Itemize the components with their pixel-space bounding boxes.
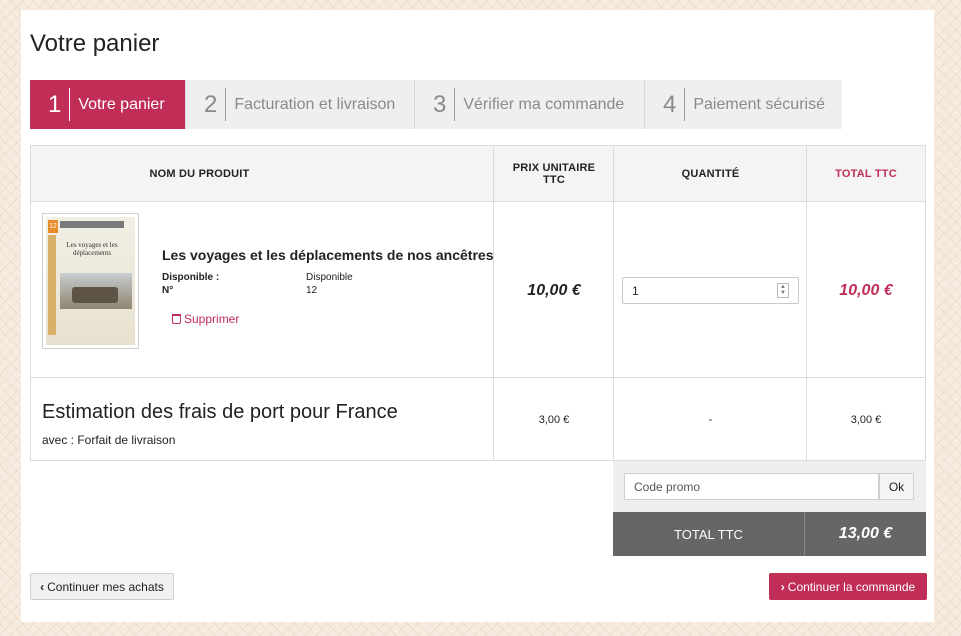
step-cart[interactable]: 1 Votre panier [30, 80, 186, 129]
promo-ok-button[interactable]: Ok [879, 473, 914, 500]
book-cover-image: 12 Les voyages et les déplacements [46, 217, 135, 345]
shipping-total: 3,00 € [850, 413, 882, 426]
checkout-steps: 1 Votre panier 2 Facturation et livraiso… [30, 80, 842, 129]
step-label: Facturation et livraison [234, 95, 396, 113]
continue-order-label: Continuer la commande [787, 579, 916, 594]
continue-shopping-button[interactable]: ‹ Continuer mes achats [30, 573, 174, 600]
promo-code-input[interactable]: Code promo [624, 473, 879, 500]
product-name[interactable]: Les voyages et les déplacements de nos a… [162, 247, 494, 263]
chevron-right-icon: › [780, 579, 785, 594]
step-number: 2 [186, 88, 227, 121]
meta-value: 12 [306, 285, 318, 296]
cover-carriage [72, 287, 118, 303]
step-billing[interactable]: 2 Facturation et livraison [186, 80, 415, 129]
step-label: Paiement sécurisé [693, 95, 825, 113]
quantity-input[interactable]: 1 ▲ ▼ [622, 277, 799, 304]
grand-total-value: 13,00 € [838, 525, 893, 542]
delete-link[interactable]: Supprimer [172, 312, 239, 326]
table-row: 12 Les voyages et les déplacements Les v… [31, 202, 925, 378]
header-total: TOTAL TTC [835, 168, 897, 180]
step-number: 3 [415, 88, 456, 121]
header-product: NOM DU PRODUIT [149, 168, 250, 180]
line-total: 10,00 € [839, 282, 893, 299]
cover-title: Les voyages et les déplacements [66, 241, 118, 257]
step-number: 1 [30, 88, 71, 121]
unit-price: 10,00 € [527, 282, 581, 299]
meta-key: Disponible : [162, 272, 220, 283]
shipping-unit-price: 3,00 € [538, 413, 570, 426]
continue-order-button[interactable]: › Continuer la commande [769, 573, 927, 600]
promo-section: Code promo Ok [613, 461, 926, 512]
cart-panel: Votre panier 1 Votre panier 2 Facturatio… [21, 10, 934, 622]
header-unit-price: PRIX UNITAIRE TTC [512, 162, 596, 186]
step-label: Votre panier [78, 95, 165, 113]
cover-number: 12 [48, 220, 58, 233]
grand-total-label: TOTAL TTC [613, 512, 805, 556]
cart-table: NOM DU PRODUIT PRIX UNITAIRE TTC QUANTIT… [30, 145, 926, 461]
shipping-quantity: - [708, 413, 713, 426]
meta-key: N° [162, 285, 174, 296]
step-review[interactable]: 3 Vérifier ma commande [415, 80, 645, 129]
meta-value: Disponible [306, 272, 353, 283]
step-number: 4 [645, 88, 686, 121]
quantity-value: 1 [632, 283, 639, 298]
shipping-title: Estimation des frais de port pour France [42, 401, 398, 423]
cover-band [60, 221, 124, 228]
product-meta: Disponible : Disponible N° 12 [162, 271, 353, 297]
product-thumbnail[interactable]: 12 Les voyages et les déplacements [42, 213, 139, 349]
chevron-left-icon: ‹ [40, 579, 45, 594]
header-quantity: QUANTITÉ [681, 168, 740, 180]
step-label: Vérifier ma commande [463, 95, 625, 113]
page-title: Votre panier [30, 30, 160, 57]
trash-icon [172, 314, 181, 324]
step-payment[interactable]: 4 Paiement sécurisé [645, 80, 842, 129]
grand-total-bar: TOTAL TTC 13,00 € [613, 512, 926, 556]
cover-stripe [48, 235, 56, 335]
delete-label: Supprimer [184, 312, 240, 326]
quantity-spinner-icon[interactable]: ▲ ▼ [777, 283, 789, 298]
continue-shopping-label: Continuer mes achats [47, 579, 164, 594]
shipping-subtitle: avec : Forfait de livraison [42, 433, 176, 447]
shipping-row: Estimation des frais de port pour France… [31, 378, 925, 461]
